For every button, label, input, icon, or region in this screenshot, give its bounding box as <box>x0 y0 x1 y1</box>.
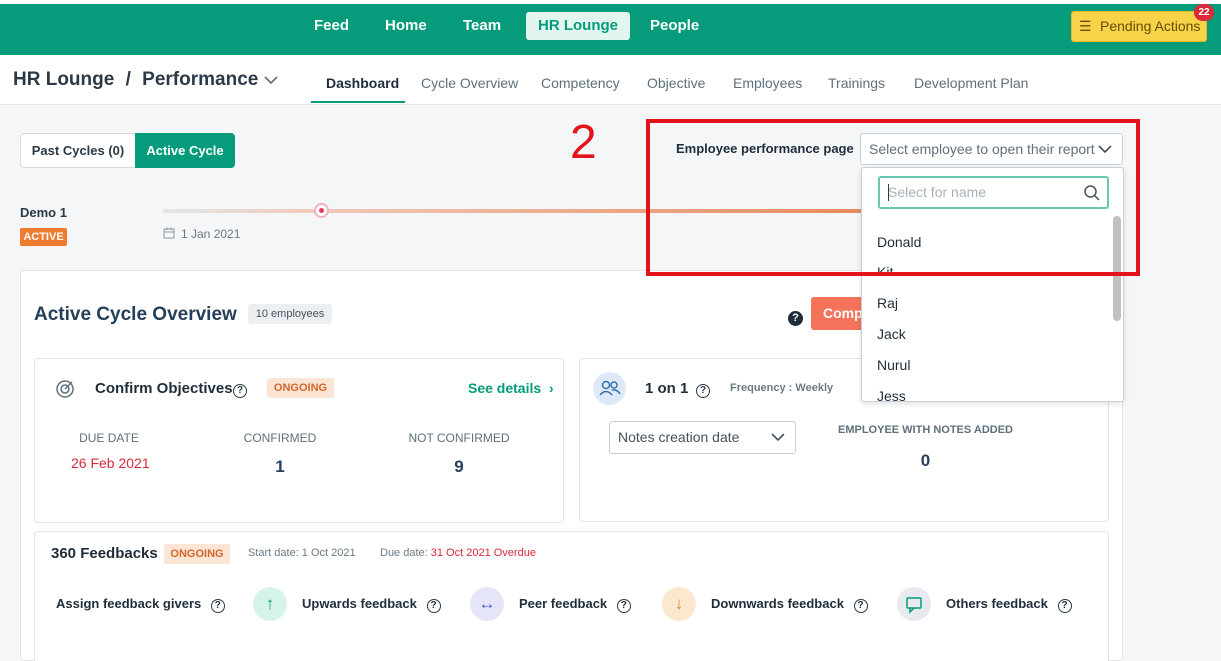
notes-select-value: Notes creation date <box>618 429 740 445</box>
checklist-icon: ☰ <box>1079 18 1092 34</box>
feedback-title: 360 Feedbacks <box>51 545 158 562</box>
breadcrumb-separator: / <box>125 69 131 90</box>
nav-feed[interactable]: Feed <box>302 12 361 40</box>
target-icon <box>56 380 74 398</box>
help-icon[interactable]: ? <box>426 599 441 613</box>
users-icon <box>593 372 626 405</box>
cycle-name: Demo 1 <box>20 205 67 220</box>
help-icon[interactable]: ? <box>616 599 631 613</box>
notes-added-header: EMPLOYEE WITH NOTES ADDED <box>838 424 1013 436</box>
arrow-up-icon: ↑ <box>253 587 287 621</box>
help-icon[interactable]: ? <box>788 311 803 326</box>
frequency-text: Frequency : Weekly <box>730 382 834 394</box>
chat-icon <box>897 587 931 621</box>
tab-cycle-overview[interactable]: Cycle Overview <box>421 75 518 91</box>
cycle-start-date: 1 Jan 2021 <box>163 227 240 241</box>
feedback-start-date: Start date: 1 Oct 2021 <box>248 547 356 559</box>
peer-feedback-label: Peer feedback <box>519 596 608 611</box>
due-date-header: DUE DATE <box>79 431 139 445</box>
help-icon[interactable]: ? <box>210 599 225 613</box>
nav-people[interactable]: People <box>638 12 711 40</box>
timeline-current-marker <box>314 203 329 218</box>
tab-objective[interactable]: Objective <box>647 75 705 91</box>
annotation-highlight-box <box>646 119 1140 276</box>
due-date-overdue: 31 Oct 2021 Overdue <box>430 547 536 559</box>
help-icon[interactable]: ? <box>853 599 868 613</box>
cycle-status-badge: ACTIVE <box>20 228 67 246</box>
assign-feedback-givers[interactable]: Assign feedback givers ? <box>56 596 225 613</box>
tab-employees[interactable]: Employees <box>733 75 802 91</box>
status-badge: ONGOING <box>164 544 230 564</box>
complete-cycle-button[interactable]: Complete Cycle <box>811 297 867 330</box>
overview-title: Active Cycle Overview <box>34 304 237 325</box>
active-tab-indicator <box>311 101 405 103</box>
tab-trainings[interactable]: Trainings <box>828 75 885 91</box>
dropdown-option-jack[interactable]: Jack <box>877 326 906 342</box>
confirmed-header: CONFIRMED <box>243 431 317 445</box>
notes-added-count: 0 <box>920 451 931 470</box>
not-confirmed-count: 9 <box>454 457 464 476</box>
breadcrumb-page: Performance <box>142 69 259 90</box>
calendar-icon <box>163 227 175 239</box>
nav-hr-lounge[interactable]: HR Lounge <box>526 12 630 40</box>
due-date-prefix: Due date: <box>380 547 428 559</box>
breadcrumb: HR Lounge / Performance <box>13 69 264 91</box>
chevron-right-icon: › <box>549 380 554 396</box>
dropdown-option-nurul[interactable]: Nurul <box>877 357 910 373</box>
downwards-feedback[interactable]: Downwards feedback ? <box>711 596 868 613</box>
active-cycle-button[interactable]: Active Cycle <box>135 133 235 168</box>
start-date-text: 1 Jan 2021 <box>181 227 241 241</box>
tab-dashboard[interactable]: Dashboard <box>326 75 399 91</box>
annotation-step-number: 2 <box>570 116 597 169</box>
help-icon[interactable]: ? <box>696 380 710 398</box>
pending-count-badge: 22 <box>1194 4 1214 21</box>
chevron-down-icon <box>771 433 785 442</box>
confirmed-count: 1 <box>275 457 285 476</box>
downwards-feedback-label: Downwards feedback <box>711 596 844 611</box>
upwards-feedback-label: Upwards feedback <box>302 596 417 611</box>
see-details-label: See details <box>468 380 542 396</box>
dropdown-option-jess[interactable]: Jess <box>877 388 906 401</box>
nav-team[interactable]: Team <box>451 12 513 40</box>
others-feedback[interactable]: Others feedback ? <box>946 596 1072 613</box>
others-feedback-label: Others feedback <box>946 596 1048 611</box>
pending-actions-button[interactable]: ☰ Pending Actions <box>1071 11 1207 42</box>
chevron-down-icon[interactable] <box>264 68 278 90</box>
one-on-one-title: 1 on 1 <box>645 380 689 397</box>
dropdown-option-raj[interactable]: Raj <box>877 295 898 311</box>
upwards-feedback[interactable]: Upwards feedback ? <box>302 596 441 613</box>
arrows-horizontal-icon: ↔ <box>470 587 504 621</box>
help-icon[interactable]: ? <box>1057 599 1072 613</box>
notes-date-select[interactable]: Notes creation date <box>609 421 796 454</box>
arrow-down-icon: ↓ <box>662 587 696 621</box>
see-details-link[interactable]: See details › <box>468 380 554 396</box>
help-icon[interactable]: ? <box>233 380 247 398</box>
confirm-objectives-title: Confirm Objectives <box>95 380 233 397</box>
assign-feedback-label: Assign feedback givers <box>56 596 202 611</box>
breadcrumb-section[interactable]: HR Lounge <box>13 69 114 90</box>
pending-actions-label: Pending Actions <box>1100 18 1201 34</box>
not-confirmed-header: NOT CONFIRMED <box>408 431 510 445</box>
due-date-value: 26 Feb 2021 <box>71 455 150 471</box>
tab-competency[interactable]: Competency <box>541 75 620 91</box>
feedback-due-date: Due date: 31 Oct 2021 Overdue <box>380 547 536 559</box>
past-cycles-button[interactable]: Past Cycles (0) <box>20 133 136 168</box>
peer-feedback[interactable]: Peer feedback ? <box>519 596 631 613</box>
tab-development-plan[interactable]: Development Plan <box>914 75 1028 91</box>
status-badge: ONGOING <box>267 378 334 398</box>
employee-count-badge: 10 employees <box>248 304 332 324</box>
nav-home[interactable]: Home <box>373 12 439 40</box>
